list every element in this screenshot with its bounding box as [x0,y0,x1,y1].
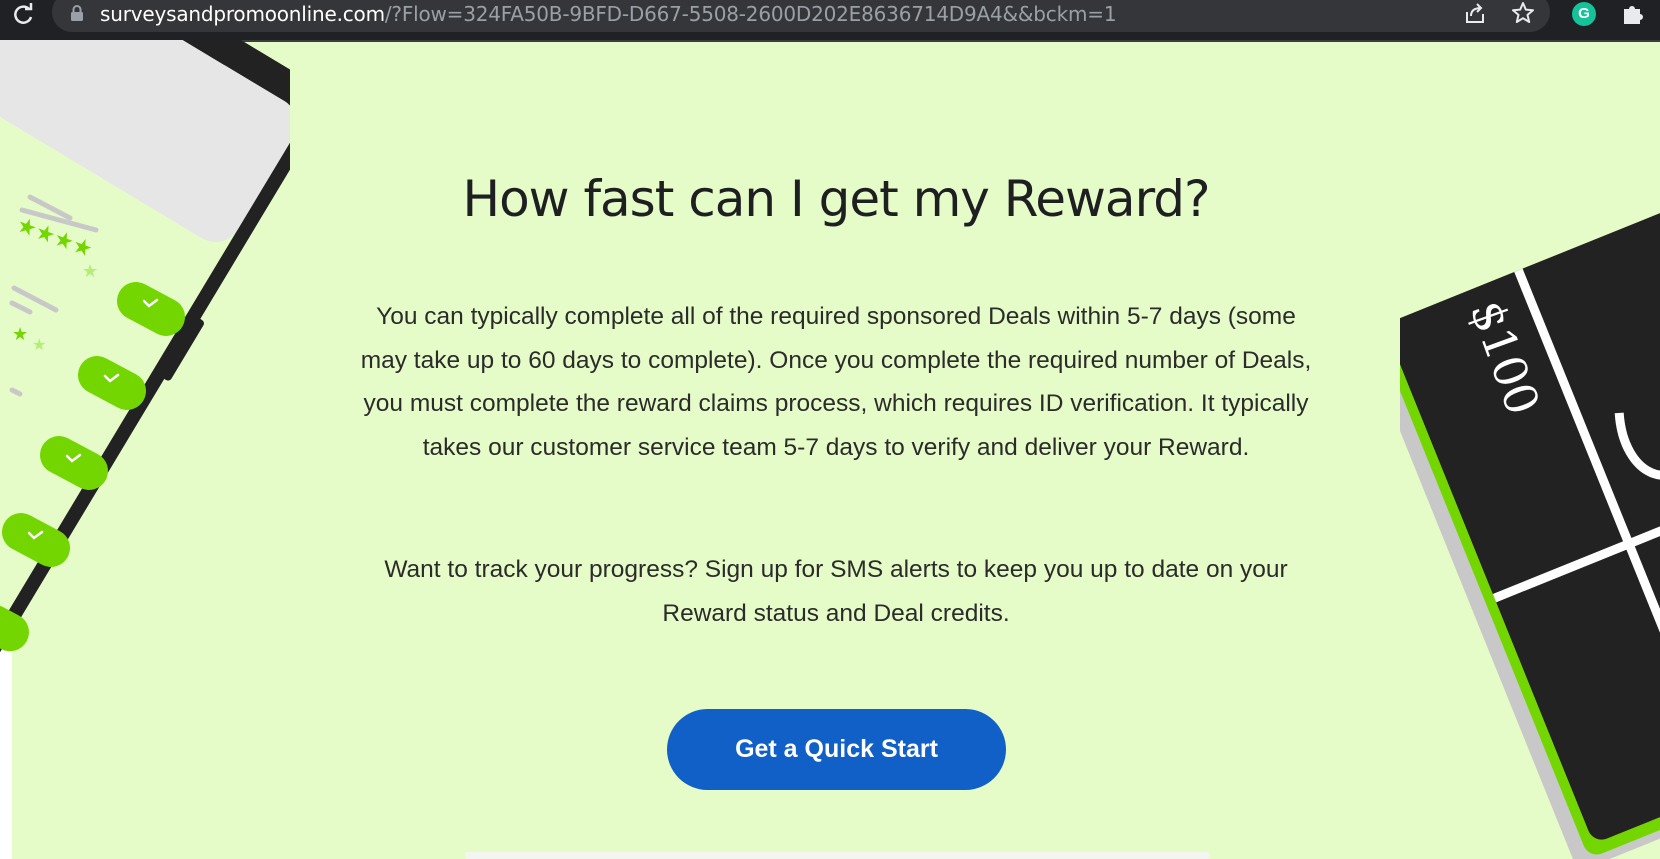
phone-illustration: ★★★★ ★ ★ ★ [0,40,290,760]
svg-text:★: ★ [82,261,98,282]
section-divider [465,852,1210,859]
svg-text:★: ★ [32,335,46,354]
extensions-icon[interactable] [1620,0,1646,26]
reload-icon[interactable] [8,0,38,30]
url-text[interactable]: surveysandpromoonline.com/?Flow=324FA50B… [100,2,1117,26]
lock-icon[interactable] [70,5,84,21]
url-path: /?Flow=324FA50B-9BFD-D667-5508-2600D202E… [384,2,1117,26]
star-icon[interactable] [1510,0,1536,26]
sms-alerts-paragraph: Want to track your progress? Sign up for… [384,556,1288,627]
browser-toolbar: surveysandpromoonline.com/?Flow=324FA50B… [0,0,1660,42]
grammarly-icon[interactable]: G [1572,2,1596,26]
gift-card-illustration: $100 [1400,180,1660,859]
page-title: How fast can I get my Reward? [462,170,1210,228]
share-icon[interactable] [1462,0,1488,26]
url-host: surveysandpromoonline.com [100,2,385,26]
quick-start-button[interactable]: Get a Quick Start [667,709,1006,790]
svg-text:★: ★ [12,324,28,345]
reward-timing-paragraph: You can typically complete all of the re… [360,303,1312,461]
